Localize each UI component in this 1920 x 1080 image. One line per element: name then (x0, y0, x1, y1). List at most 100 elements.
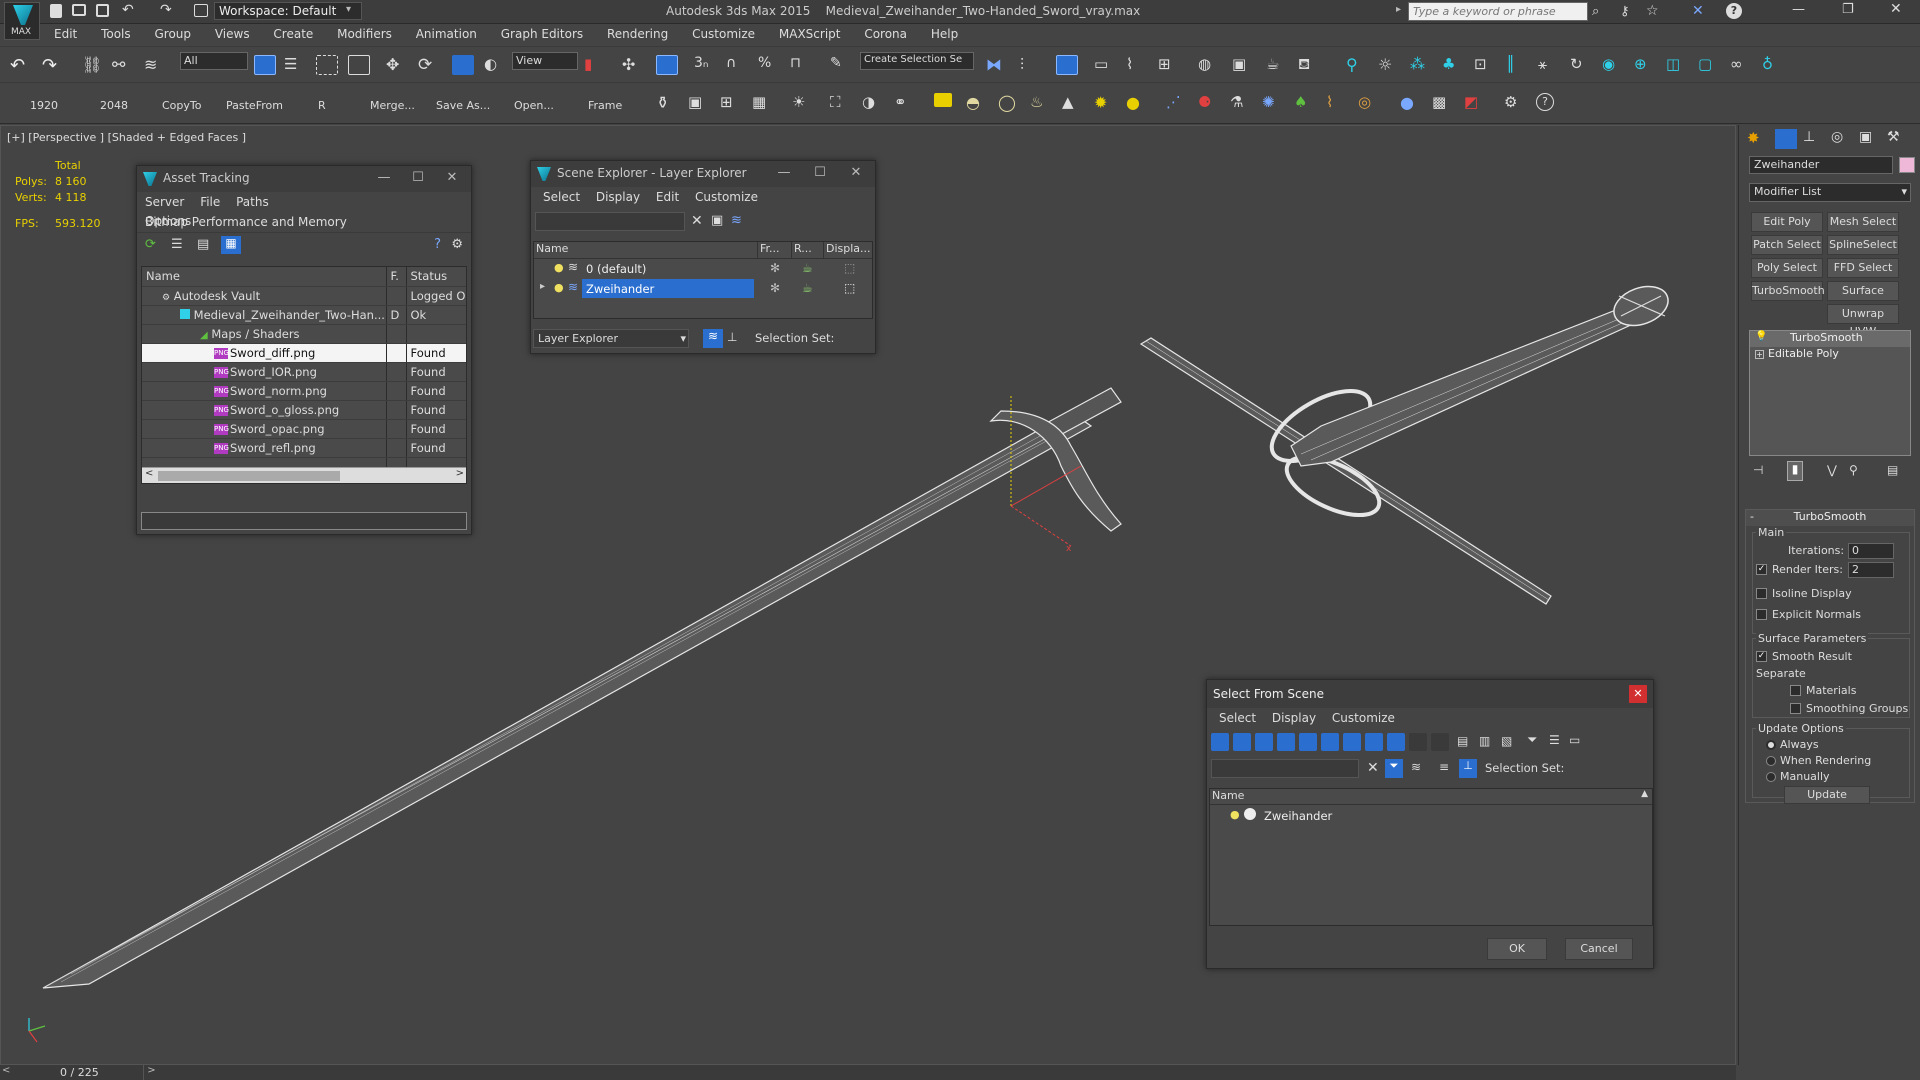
sun-light-icon[interactable]: ✹ (1094, 93, 1116, 113)
minimize-button[interactable]: — (773, 165, 795, 183)
select-manipulate-icon[interactable]: ✣ (622, 55, 644, 75)
camera-icon[interactable]: ◫ (1666, 55, 1688, 75)
new-file-icon[interactable] (50, 4, 62, 18)
proxy-icon[interactable]: ⋰ (1166, 93, 1188, 113)
settings-icon[interactable]: ⚙ (1504, 93, 1526, 113)
forest-icon[interactable]: ♣ (1442, 55, 1464, 75)
menu-rendering[interactable]: Rendering (597, 24, 678, 44)
curve-editor-icon[interactable]: ⌇ (1126, 55, 1148, 75)
hierarchy-mode-icon[interactable]: ⊥ (727, 330, 737, 344)
frame-buffer-icon[interactable]: ⊞ (720, 93, 742, 113)
cancel-button[interactable]: Cancel (1565, 938, 1633, 960)
vfb-icon[interactable]: ◉ (1602, 55, 1624, 75)
column-freeze[interactable]: Fr... (758, 242, 792, 258)
close-button[interactable]: ✕ (1629, 685, 1647, 703)
lightbulb-icon[interactable]: ● (554, 261, 564, 274)
keyboard-shortcut-icon[interactable] (656, 55, 678, 75)
filter-table-icon[interactable]: ▭ (1569, 733, 1580, 747)
bar-icon[interactable]: ║ (1506, 55, 1528, 75)
menu-corona[interactable]: Corona (854, 24, 917, 44)
menu-select[interactable]: Select (537, 187, 586, 207)
sun-icon[interactable]: ☼ (1378, 55, 1400, 75)
remove-modifier-icon[interactable]: ⚲ (1849, 463, 1858, 477)
menu-group[interactable]: Group (144, 24, 201, 44)
star-icon[interactable]: ☆ (1646, 3, 1659, 19)
frame-button[interactable]: Frame (588, 99, 622, 112)
snaps-toggle-icon[interactable]: 3ₙ (694, 55, 716, 75)
menu-maxscript[interactable]: MAXScript (769, 24, 851, 44)
patch-select-button[interactable]: Patch Select (1751, 235, 1823, 255)
horizontal-scrollbar[interactable]: < > (142, 467, 466, 483)
layer-row[interactable]: ● ≋ 0 (default) ✻ ☕ ⬚ (534, 259, 872, 279)
restore-button[interactable]: ❐ (1842, 2, 1854, 17)
mesh-light-icon[interactable]: ♨ (1030, 93, 1052, 113)
smooth-result-checkbox[interactable]: ✓ (1756, 651, 1767, 662)
mesh-select-button[interactable]: Mesh Select (1827, 212, 1899, 232)
minimize-button[interactable]: — (1792, 2, 1805, 17)
copy-to-button[interactable]: CopyTo (162, 99, 201, 112)
named-selection-set-dropdown[interactable]: Create Selection Se (860, 52, 974, 70)
scene-explorer-titlebar[interactable]: Scene Explorer - Layer Explorer — ☐ ✕ (531, 161, 875, 187)
filter-bones-icon[interactable] (1387, 733, 1405, 751)
column-name[interactable]: Name (534, 242, 758, 258)
render-iters-spinner[interactable]: 2 (1848, 562, 1894, 578)
pin-stack-icon[interactable]: ⊣ (1753, 463, 1763, 477)
displacement-icon[interactable]: ⚗ (1230, 93, 1252, 113)
align-icon[interactable]: ⫶ (1020, 55, 1042, 75)
create-tab-icon[interactable]: ✸ (1747, 129, 1769, 149)
link-icon[interactable]: ⛓ (82, 55, 104, 75)
table-row[interactable]: ⚙ Autodesk Vault Logged Ou (142, 286, 466, 306)
selection-filter-dropdown[interactable]: All (180, 52, 248, 70)
motion-tab-icon[interactable]: ◎ (1831, 129, 1853, 149)
menu-edit[interactable]: Edit (44, 24, 87, 44)
region-icon[interactable]: ▢ (1698, 55, 1720, 75)
light-bulb-icon[interactable]: ☀ (792, 93, 814, 113)
teapot-icon[interactable]: ⚱ (656, 93, 678, 113)
undo-icon[interactable]: ↶ (122, 2, 134, 18)
spline-select-button[interactable]: SplineSelect (1827, 235, 1899, 255)
search-toggle-icon[interactable]: ▸ (1396, 4, 1401, 15)
menu-help[interactable]: Help (921, 24, 968, 44)
column-render[interactable]: R... (792, 242, 824, 258)
open-file-icon[interactable] (72, 4, 86, 16)
menu-modifiers[interactable]: Modifiers (327, 24, 402, 44)
always-radio[interactable] (1766, 740, 1776, 750)
sphere-icon[interactable]: ◯ (998, 93, 1020, 113)
filter-xrefs-icon[interactable] (1365, 733, 1383, 751)
menu-customize[interactable]: Customize (689, 187, 764, 207)
scene-explorer-search-input[interactable] (535, 212, 685, 231)
material-editor-icon[interactable]: ◍ (1198, 55, 1220, 75)
ambient-light-icon[interactable]: ● (1126, 93, 1148, 113)
asset-path-field[interactable] (141, 512, 467, 530)
make-unique-icon[interactable]: ⋁ (1827, 463, 1837, 477)
ies-light-icon[interactable]: ▲ (1062, 93, 1084, 113)
save-file-icon[interactable] (96, 4, 109, 17)
hair-icon[interactable]: ⌇ (1326, 93, 1348, 113)
binoculars-tool-icon[interactable]: ∞ (1730, 55, 1752, 75)
ffd-select-button[interactable]: FFD Select (1827, 258, 1899, 278)
ok-button[interactable]: OK (1487, 938, 1547, 960)
collapse-minus-icon[interactable]: - (1750, 510, 1754, 523)
smoothing-groups-checkbox[interactable] (1790, 703, 1801, 714)
redo-icon[interactable]: ↷ (160, 2, 172, 18)
ribbon-icon[interactable]: ▭ (1094, 55, 1116, 75)
plane-icon[interactable] (934, 93, 952, 107)
table-row[interactable]: PNGSword_o_gloss.png Found (142, 400, 466, 420)
display-box-icon[interactable]: ⬚ (844, 281, 855, 295)
menu-views[interactable]: Views (205, 24, 260, 44)
display-none-icon[interactable]: ▥ (1479, 734, 1490, 748)
preset-2048-button[interactable]: 2048 (100, 99, 128, 112)
select-object-icon[interactable] (254, 55, 276, 75)
menu-edit[interactable]: Edit (650, 187, 685, 207)
material-ball-icon[interactable]: ● (1400, 93, 1422, 113)
utilities-tab-icon[interactable]: ⚒ (1887, 129, 1909, 149)
help-icon[interactable]: ? (1726, 3, 1742, 19)
object-name-field[interactable]: Zweihander (1749, 156, 1893, 174)
infinite-icon[interactable]: ⚭ (894, 93, 916, 113)
turbosmooth-button[interactable]: TurboSmooth (1751, 281, 1825, 301)
mirror-icon[interactable]: ⧓ (986, 55, 1008, 75)
stack-item-turbosmooth[interactable]: 💡 TurboSmooth (1750, 331, 1910, 347)
schematic-view-icon[interactable]: ⊞ (1158, 55, 1180, 75)
binoculars-icon[interactable]: ⌕ (1592, 4, 1599, 19)
material-lib-icon[interactable]: ▩ (1432, 93, 1454, 113)
